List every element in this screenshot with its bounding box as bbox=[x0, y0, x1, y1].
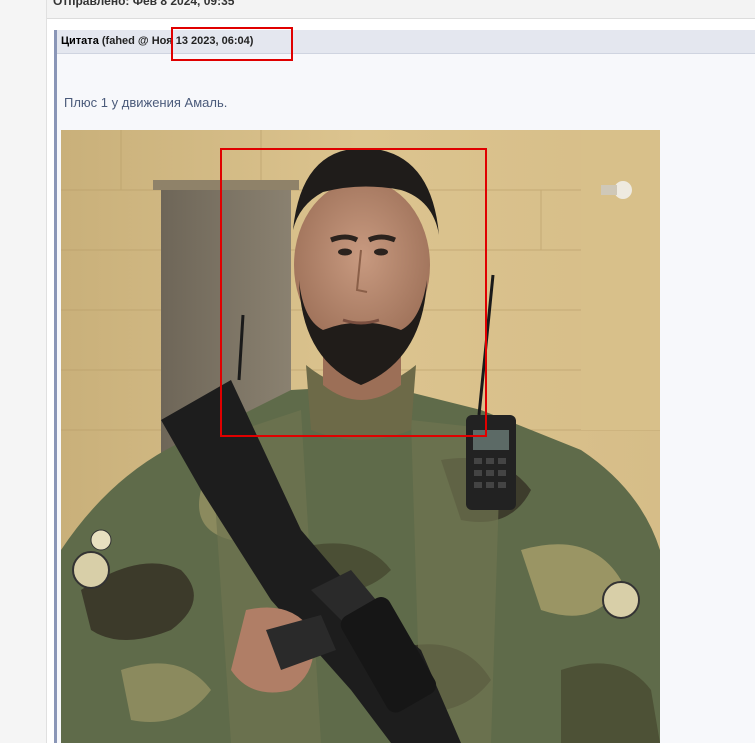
quote-text: Плюс 1 у движения Амаль. bbox=[64, 95, 228, 110]
quote-label: Цитата bbox=[61, 35, 99, 47]
post-sent-date: Отправлено: Фев 8 2024, 09:35 bbox=[53, 0, 235, 8]
post-header: Отправлено: Фев 8 2024, 09:35 bbox=[47, 0, 755, 19]
left-gutter bbox=[0, 0, 47, 743]
highlight-box-face bbox=[220, 148, 487, 437]
highlight-box-date bbox=[171, 27, 293, 61]
quote-header: Цитата (fahed @ Ноя 13 2023, 06:04) bbox=[57, 30, 755, 54]
